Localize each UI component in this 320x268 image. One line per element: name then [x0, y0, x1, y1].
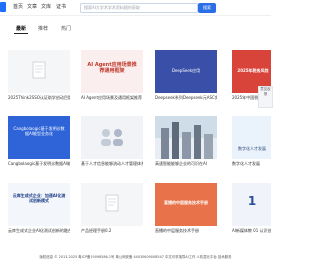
tab-recommended[interactable]: 推荐 — [38, 25, 48, 32]
thumbnail-text: AI Agent应用场景推荐通用框架 — [87, 62, 137, 74]
city-photo — [155, 116, 217, 159]
search-button[interactable]: 搜索 — [198, 3, 216, 13]
card-title[interactable]: 产品经理手册0.2 — [81, 228, 143, 233]
thumbnail-text: 2025年税务风险 — [237, 68, 269, 73]
card-title[interactable]: Cangbolaogic基于发明诊数据AI能型业务化 — [8, 161, 70, 166]
thumbnail-text: DeepSeek应用 — [171, 68, 201, 73]
card-title[interactable]: 2025Think2SSO认证助学创动目管理和中AI创新科技 — [8, 95, 70, 100]
card-thumbnail[interactable]: 直播的中层服务技术手册 — [155, 183, 217, 226]
card-title[interactable]: Deepseek系列Deepseek元ASC实用 — [155, 95, 217, 100]
footer-copyright: 版权信息 © 2013-2025 粤ICP备19098586-1号 粤公网安备 … — [39, 255, 232, 259]
card-thumbnail[interactable]: AI Agent应用场景推荐通用框架 — [81, 50, 143, 93]
people-icon — [101, 129, 123, 146]
card-title[interactable]: AI Agent应用场景及通用框架推荐 — [81, 95, 143, 100]
active-tab-indicator — [14, 33, 28, 34]
thumbnail-text: 1 — [247, 194, 257, 208]
search-placeholder: 搜索AI大学术学术资料随时获取 — [84, 5, 140, 10]
card-title[interactable]: 直播的中层服务技术手册 — [155, 228, 217, 233]
card-thumbnail[interactable]: 数字化人才发展 — [232, 116, 271, 159]
card-thumbnail[interactable]: DeepSeek应用 — [155, 50, 217, 93]
card-thumbnail[interactable] — [8, 50, 70, 93]
thumbnail-text: 云库生成式企业：加速AI化测试创新模式 — [12, 193, 66, 203]
document-icon — [32, 61, 46, 79]
logo[interactable] — [0, 2, 6, 12]
tab-hot[interactable]: 热门 — [61, 25, 71, 32]
card-thumbnail[interactable]: Cangbolaogic基于发明诊数据AI能型业务化 — [8, 116, 70, 159]
search-input[interactable]: 搜索AI大学术学术资料随时获取 — [80, 3, 198, 13]
card-thumbnail[interactable] — [81, 183, 143, 226]
feedback-button[interactable]: 意见反馈 — [258, 86, 273, 108]
card-title[interactable]: 高速智能能够企业的可识在AI — [155, 161, 217, 166]
thumbnail-text: 数字化人才发展 — [238, 146, 266, 151]
card-thumbnail[interactable] — [155, 116, 217, 159]
thumbnail-text: 直播的中层服务技术手册 — [164, 200, 208, 205]
nav-library-link[interactable]: 文库 — [41, 3, 51, 10]
nav-home-link[interactable]: 首页 — [13, 3, 23, 10]
card-title[interactable]: 云库生成式企业AI化测试创新的融合 — [8, 228, 70, 233]
card-thumbnail[interactable]: 云库生成式企业：加速AI化测试创新模式 — [8, 183, 70, 226]
card-thumbnail[interactable]: 1 — [232, 183, 271, 226]
card-thumbnail[interactable] — [81, 116, 143, 159]
nav-certificates-link[interactable]: 证书 — [56, 3, 66, 10]
card-title[interactable]: 数字化人才发展 — [232, 161, 271, 166]
tab-latest[interactable]: 最新 — [16, 25, 26, 32]
nav-articles-link[interactable]: 文章 — [27, 3, 37, 10]
thumbnail-text: Cangbolaogic基于发明诊数据AI能型业务化 — [13, 126, 65, 136]
card-title[interactable]: AI新媒体教 01 认识创新AI+应用的 — [232, 228, 271, 233]
card-title[interactable]: 基于人才信息能够流动人才管理体系实践建 — [81, 161, 143, 166]
content-tabs: 最新 推荐 热门 — [0, 25, 271, 35]
document-icon — [105, 194, 119, 212]
top-bar: 首页 文章 文库 证书 搜索AI大学术学术资料随时获取 搜索 — [0, 0, 271, 16]
